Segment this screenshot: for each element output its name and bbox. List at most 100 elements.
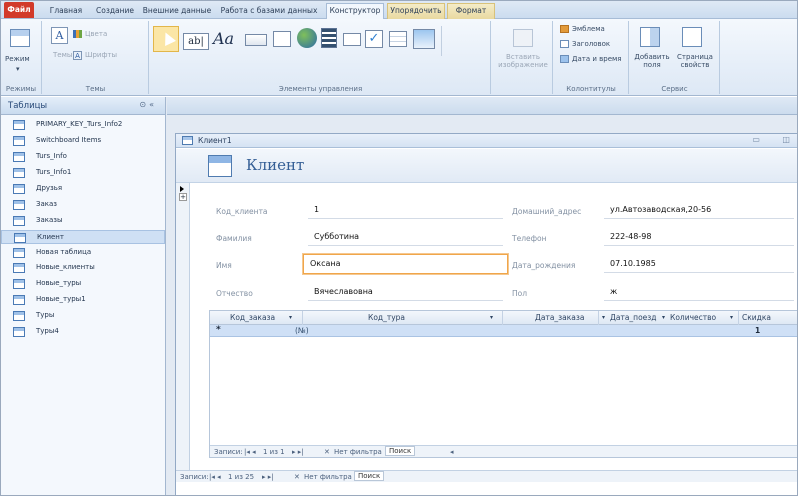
scroll-left-icon[interactable]: ◂ bbox=[450, 448, 454, 456]
sort-icon[interactable]: ▾ bbox=[602, 314, 605, 321]
record-selector[interactable]: + bbox=[176, 183, 190, 470]
insert-image-icon[interactable] bbox=[513, 29, 533, 47]
sort-icon[interactable]: ▾ bbox=[289, 314, 292, 321]
new-record-row[interactable]: * (№) 1 bbox=[210, 325, 797, 337]
calendar-icon[interactable] bbox=[560, 55, 569, 63]
themes-icon[interactable]: A bbox=[51, 27, 68, 44]
button-tool-icon[interactable] bbox=[245, 34, 267, 46]
hyperlink-icon[interactable] bbox=[297, 28, 317, 48]
nav-item[interactable]: Новые_туры1 bbox=[1, 293, 165, 308]
fonts-icon[interactable]: A bbox=[73, 51, 82, 60]
nav-item[interactable]: Новые_туры bbox=[1, 277, 165, 292]
no-filter-label[interactable]: Нет фильтра bbox=[304, 473, 352, 481]
tab-external-data[interactable]: Внешние данные bbox=[141, 4, 213, 19]
checkbox-tool-icon[interactable]: ✓ bbox=[365, 30, 383, 48]
first-record-icon[interactable]: |◂ ◂ bbox=[244, 448, 256, 456]
column-order-code[interactable]: Код_заказа bbox=[230, 313, 275, 322]
nav-item[interactable]: Заказы bbox=[1, 214, 165, 229]
next-record-icon[interactable]: ▸ ▸| bbox=[292, 448, 304, 456]
add-fields-button[interactable]: Добавить поля bbox=[632, 53, 672, 69]
add-fields-icon[interactable] bbox=[640, 27, 660, 47]
option-group-icon[interactable] bbox=[343, 33, 361, 46]
navigation-control-icon[interactable] bbox=[321, 28, 337, 48]
sort-icon[interactable]: ▾ bbox=[490, 314, 493, 321]
nav-item-label: Новая таблица bbox=[36, 247, 92, 256]
nav-item[interactable]: Туры bbox=[1, 309, 165, 324]
window-controls[interactable]: ▭ ◫ bbox=[752, 135, 797, 144]
tab-create[interactable]: Создание bbox=[93, 4, 137, 19]
sort-icon[interactable]: ▾ bbox=[662, 314, 665, 321]
title-button[interactable]: Заголовок bbox=[572, 40, 610, 48]
tab-format[interactable]: Формат bbox=[447, 3, 495, 19]
column-separator bbox=[302, 311, 303, 325]
filter-icon[interactable]: ✕ bbox=[294, 473, 300, 481]
nav-item[interactable]: Turs_Info bbox=[1, 150, 165, 165]
nav-item[interactable]: Друзья bbox=[1, 182, 165, 197]
nav-item[interactable]: Turs_Info1 bbox=[1, 166, 165, 181]
colors-icon[interactable] bbox=[73, 30, 82, 38]
colors-button[interactable]: Цвета bbox=[85, 30, 107, 38]
nav-item-selected[interactable]: Клиент bbox=[1, 229, 165, 245]
nav-item[interactable]: PRIMARY_KEY_Turs_Info2 bbox=[1, 118, 165, 133]
tab-control-icon[interactable] bbox=[273, 31, 291, 47]
tab-database-tools[interactable]: Работа с базами данных bbox=[219, 4, 319, 19]
next-record-icon[interactable]: ▸ ▸| bbox=[262, 473, 274, 481]
nav-item[interactable]: Switchboard Items bbox=[1, 134, 165, 149]
nav-item[interactable]: Туры4 bbox=[1, 325, 165, 340]
birth-date-field[interactable]: 07.10.1985 bbox=[604, 255, 794, 273]
logo-button[interactable]: Эмблема bbox=[572, 25, 605, 33]
sex-field[interactable]: ж bbox=[604, 283, 794, 301]
patronymic-field[interactable]: Вячеславовна bbox=[308, 283, 503, 301]
nav-header[interactable]: Таблицы ⊙« bbox=[1, 97, 165, 115]
tab-file[interactable]: Файл bbox=[4, 2, 34, 18]
filter-icon[interactable]: ✕ bbox=[324, 448, 330, 456]
column-discount[interactable]: Скидка bbox=[742, 313, 771, 322]
label-tool-icon[interactable]: Aa bbox=[213, 29, 234, 48]
column-quantity[interactable]: Количество bbox=[670, 313, 716, 322]
tab-design[interactable]: Конструктор bbox=[326, 3, 384, 19]
themes-button[interactable]: Темы bbox=[53, 51, 72, 59]
nav-item[interactable]: Заказ bbox=[1, 198, 165, 213]
column-trip-date[interactable]: Дата_поезд bbox=[610, 313, 656, 322]
record-position[interactable]: 1 из 1 bbox=[263, 448, 285, 456]
first-record-icon[interactable]: |◂ ◂ bbox=[209, 473, 221, 481]
view-button[interactable]: Режим bbox=[5, 55, 30, 63]
listbox-icon[interactable] bbox=[389, 31, 407, 47]
search-box[interactable]: Поиск bbox=[354, 471, 385, 481]
nav-item[interactable]: Новая таблица bbox=[1, 246, 165, 261]
tab-home[interactable]: Главная bbox=[46, 4, 86, 19]
label-phone: Телефон bbox=[512, 234, 547, 243]
tab-arrange[interactable]: Упорядочить bbox=[387, 3, 445, 19]
nav-collapse-icon[interactable]: ⊙« bbox=[139, 100, 157, 109]
datetime-button[interactable]: Дата и время bbox=[572, 55, 622, 63]
logo-icon[interactable] bbox=[560, 25, 569, 33]
order-code-cell[interactable]: (№) bbox=[295, 326, 309, 335]
nav-item[interactable]: Новые_клиенты bbox=[1, 261, 165, 276]
column-order-date[interactable]: Дата_заказа bbox=[535, 313, 584, 322]
phone-field[interactable]: 222-48-98 bbox=[604, 228, 794, 246]
expand-icon[interactable]: + bbox=[179, 193, 187, 201]
record-position[interactable]: 1 из 25 bbox=[228, 473, 254, 481]
view-icon[interactable] bbox=[10, 29, 30, 47]
select-tool[interactable] bbox=[153, 26, 179, 52]
address-field[interactable]: ул.Автозаводская,20-56 bbox=[604, 201, 794, 219]
client-code-field[interactable]: 1 bbox=[308, 201, 503, 219]
property-sheet-icon[interactable] bbox=[682, 27, 702, 47]
form-window-titlebar[interactable]: Клиент1 ▭ ◫ bbox=[176, 134, 797, 148]
nav-item-label: Друзья bbox=[36, 183, 63, 192]
fonts-button[interactable]: Шрифты bbox=[85, 51, 117, 59]
scroll-gallery[interactable] bbox=[441, 26, 448, 56]
image-tool-icon[interactable] bbox=[413, 29, 435, 49]
quantity-cell[interactable]: 1 bbox=[755, 326, 760, 335]
chevron-down-icon[interactable]: ▾ bbox=[16, 65, 20, 73]
title-icon[interactable] bbox=[560, 40, 569, 48]
no-filter-label[interactable]: Нет фильтра bbox=[334, 448, 382, 456]
sort-icon[interactable]: ▾ bbox=[730, 314, 733, 321]
property-sheet-button[interactable]: Страница свойств bbox=[674, 53, 716, 69]
surname-field[interactable]: Субботина bbox=[308, 228, 503, 246]
insert-image-button[interactable]: Вставить изображение bbox=[495, 53, 551, 69]
search-box[interactable]: Поиск bbox=[385, 446, 416, 456]
textbox-tool-icon[interactable]: ab| bbox=[183, 33, 209, 50]
name-field[interactable]: Оксана bbox=[303, 254, 508, 274]
column-tour-code[interactable]: Код_тура bbox=[368, 313, 405, 322]
